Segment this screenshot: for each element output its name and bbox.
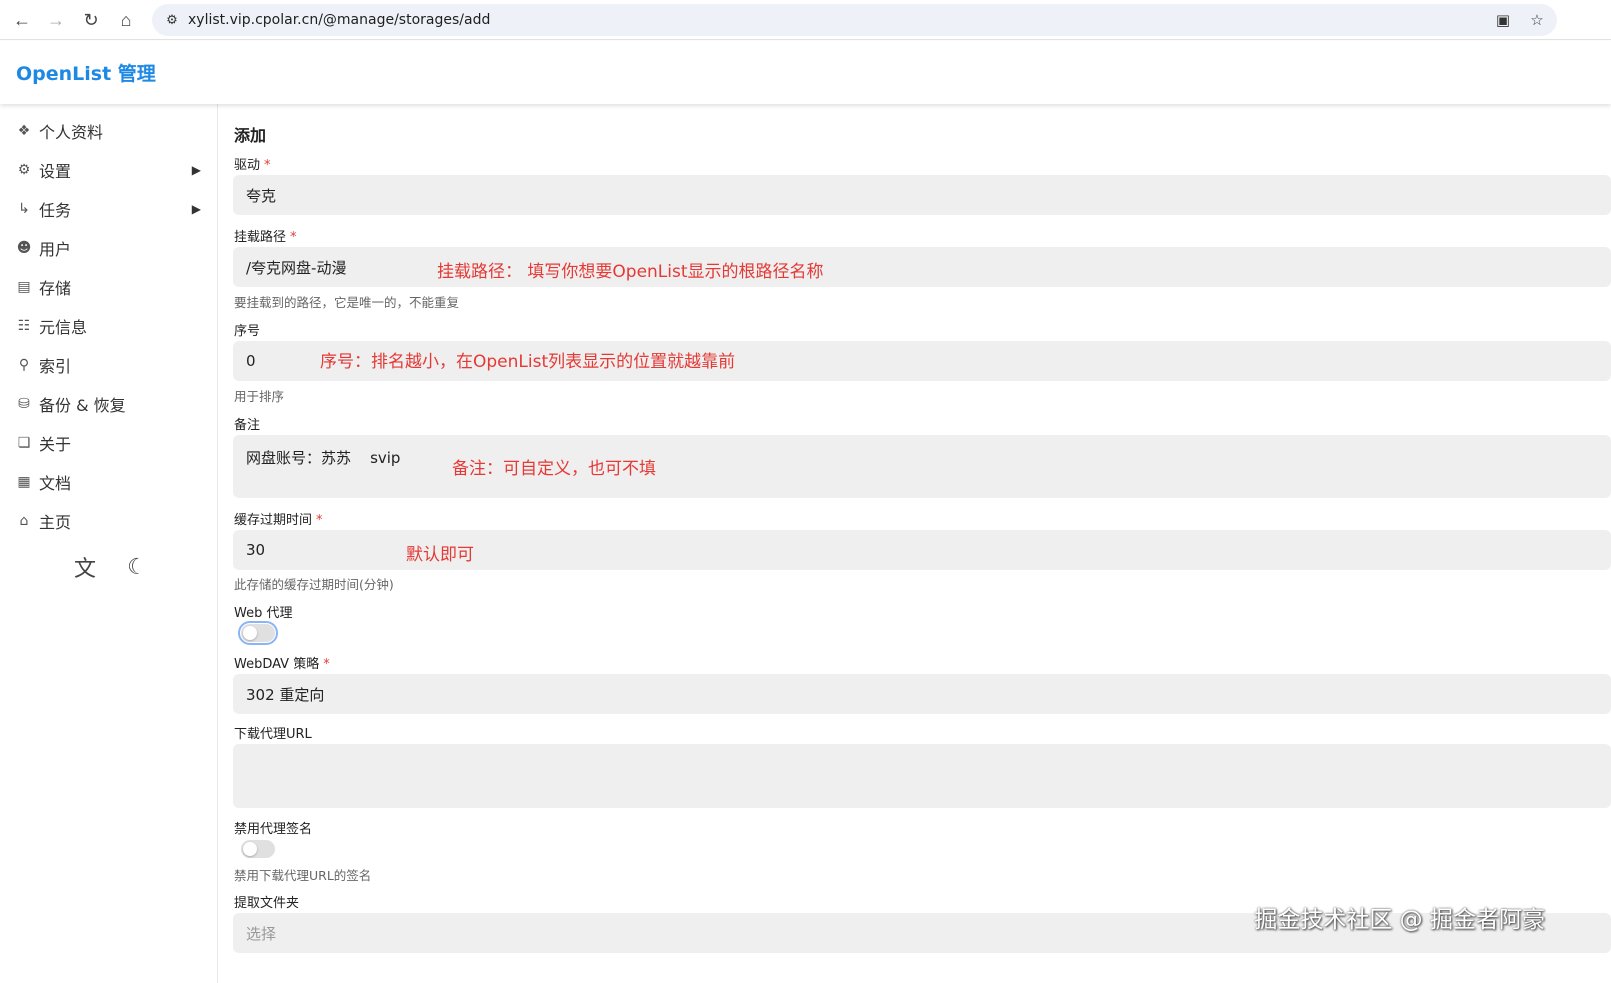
browser-toolbar: ← → ↻ ⌂ ⚙ xylist.vip.cpolar.cn/@manage/s… <box>0 0 1611 40</box>
sidebar-item-metas[interactable]: ☷ 元信息 <box>0 306 218 345</box>
gear-icon: ⚙ <box>17 161 31 178</box>
app-header: OpenList 管理 <box>0 41 1611 104</box>
remark-value: 网盘账号：苏苏 svip <box>246 449 401 467</box>
webdav-policy-value: 302 重定向 <box>246 685 325 704</box>
sidebar: ❖ 个人资料 ⚙ 设置 ▶ ↳ 任务 ▶ ☻ 用户 ▤ 存储 ☷ 元信息 ⚲ 索… <box>0 104 218 983</box>
reload-icon[interactable]: ↻ <box>73 4 109 36</box>
sidebar-item-docs[interactable]: ▦ 文档 <box>0 462 218 501</box>
order-annotation: 序号：排名越小，在OpenList列表显示的位置就越靠前 <box>320 352 736 372</box>
extract-folder-label: 提取文件夹 <box>234 896 300 911</box>
remark-label: 备注 <box>234 418 261 433</box>
switch-knob <box>243 626 257 640</box>
switch-knob <box>243 842 257 856</box>
cache-annotation: 默认即可 <box>406 545 474 565</box>
home-icon: ⌂ <box>19 512 29 529</box>
download-proxy-url-textarea[interactable] <box>233 744 1611 808</box>
search-icon: ⚲ <box>18 356 30 373</box>
sidebar-item-label: 存储 <box>39 278 72 298</box>
sidebar-item-indexes[interactable]: ⚲ 索引 <box>0 345 218 384</box>
disable-proxy-sign-switch[interactable] <box>241 840 275 858</box>
sidebar-item-profile[interactable]: ❖ 个人资料 <box>0 111 218 150</box>
remark-annotation: 备注：可自定义，也可不填 <box>452 459 656 479</box>
sidebar-item-label: 任务 <box>39 200 72 220</box>
disable-proxy-sign-label: 禁用代理签名 <box>234 822 313 837</box>
expand-arrow-icon[interactable]: ▶ <box>192 202 201 216</box>
user-circle-icon: ☻ <box>16 239 32 256</box>
storage-add-form: 添加 驱动 * 夸克 挂载路径 * /夸克网盘-动漫 挂载路径： 填写你想要Open… <box>219 104 1611 983</box>
disable-proxy-sign-help: 禁用下载代理URL的签名 <box>234 868 372 883</box>
sidebar-item-label: 文档 <box>39 473 72 493</box>
translate-icon[interactable]: 文 <box>70 552 100 582</box>
back-arrow-icon[interactable]: ← <box>4 4 40 36</box>
fingerprint-icon: ❖ <box>17 122 31 139</box>
sidebar-item-label: 关于 <box>39 434 72 454</box>
app-title[interactable]: OpenList 管理 <box>16 59 156 86</box>
mount-path-value: /夸克网盘-动漫 <box>246 258 347 277</box>
mount-path-label: 挂载路径 * <box>234 230 297 245</box>
order-help: 用于排序 <box>234 389 285 404</box>
watermark: 掘金技术社区 @ 掘金者阿豪 <box>1254 907 1545 933</box>
order-label: 序号 <box>234 324 261 339</box>
forward-arrow-icon[interactable]: → <box>38 4 74 36</box>
driver-value: 夸克 <box>246 186 277 205</box>
download-proxy-url-label: 下载代理URL <box>234 727 312 742</box>
sidebar-item-label: 个人资料 <box>39 122 104 142</box>
sidebar-item-label: 主页 <box>39 512 72 532</box>
sidebar-item-about[interactable]: ❏ 关于 <box>0 423 218 462</box>
mount-path-help: 要挂载到的路径，它是唯一的，不能重复 <box>234 295 460 310</box>
order-value: 0 <box>246 352 256 370</box>
driver-select[interactable]: 夸克 <box>233 175 1611 215</box>
install-app-icon[interactable]: ▣ <box>1491 8 1515 32</box>
meta-icon: ☷ <box>17 317 31 334</box>
driver-label: 驱动 * <box>234 158 271 173</box>
sidebar-item-label: 设置 <box>39 161 72 181</box>
sidebar-item-tasks[interactable]: ↳ 任务 ▶ <box>0 189 218 228</box>
copy-icon: ❏ <box>17 434 31 451</box>
web-proxy-switch[interactable] <box>238 621 278 645</box>
sidebar-item-label: 备份 & 恢复 <box>39 395 126 415</box>
sidebar-item-label: 元信息 <box>39 317 88 337</box>
home-icon[interactable]: ⌂ <box>108 4 144 36</box>
cache-expiration-value: 30 <box>246 541 266 559</box>
sidebar-item-settings[interactable]: ⚙ 设置 ▶ <box>0 150 218 189</box>
page-title: 添加 <box>234 126 267 145</box>
sidebar-item-label: 用户 <box>39 239 72 259</box>
url-text[interactable]: xylist.vip.cpolar.cn/@manage/storages/ad… <box>188 12 490 28</box>
database-icon: ⛁ <box>18 395 30 412</box>
sidebar-item-backup-restore[interactable]: ⛁ 备份 & 恢复 <box>0 384 218 423</box>
cache-expiration-help: 此存储的缓存过期时间(分钟) <box>234 577 394 592</box>
book-icon: ▦ <box>17 473 31 490</box>
extract-folder-placeholder: 选择 <box>246 924 277 943</box>
sidebar-item-storages[interactable]: ▤ 存储 <box>0 267 218 306</box>
sidebar-item-label: 索引 <box>39 356 72 376</box>
webdav-policy-label: WebDAV 策略 * <box>234 657 330 672</box>
sidebar-item-users[interactable]: ☻ 用户 <box>0 228 218 267</box>
storage-icon: ▤ <box>17 278 31 295</box>
sidebar-item-home[interactable]: ⌂ 主页 <box>0 501 218 540</box>
web-proxy-label: Web 代理 <box>234 606 293 621</box>
star-icon[interactable]: ☆ <box>1525 8 1549 32</box>
site-settings-icon[interactable]: ⚙ <box>160 8 184 32</box>
address-bar[interactable]: ⚙ xylist.vip.cpolar.cn/@manage/storages/… <box>152 4 1557 36</box>
mount-path-annotation: 挂载路径： 填写你想要OpenList显示的根路径名称 <box>437 262 824 282</box>
moon-icon[interactable]: ☾ <box>122 552 152 582</box>
route-icon: ↳ <box>18 200 30 217</box>
remark-textarea[interactable]: 网盘账号：苏苏 svip <box>233 435 1611 498</box>
expand-arrow-icon[interactable]: ▶ <box>192 163 201 177</box>
cache-expiration-label: 缓存过期时间 * <box>234 513 323 528</box>
webdav-policy-select[interactable]: 302 重定向 <box>233 674 1611 714</box>
